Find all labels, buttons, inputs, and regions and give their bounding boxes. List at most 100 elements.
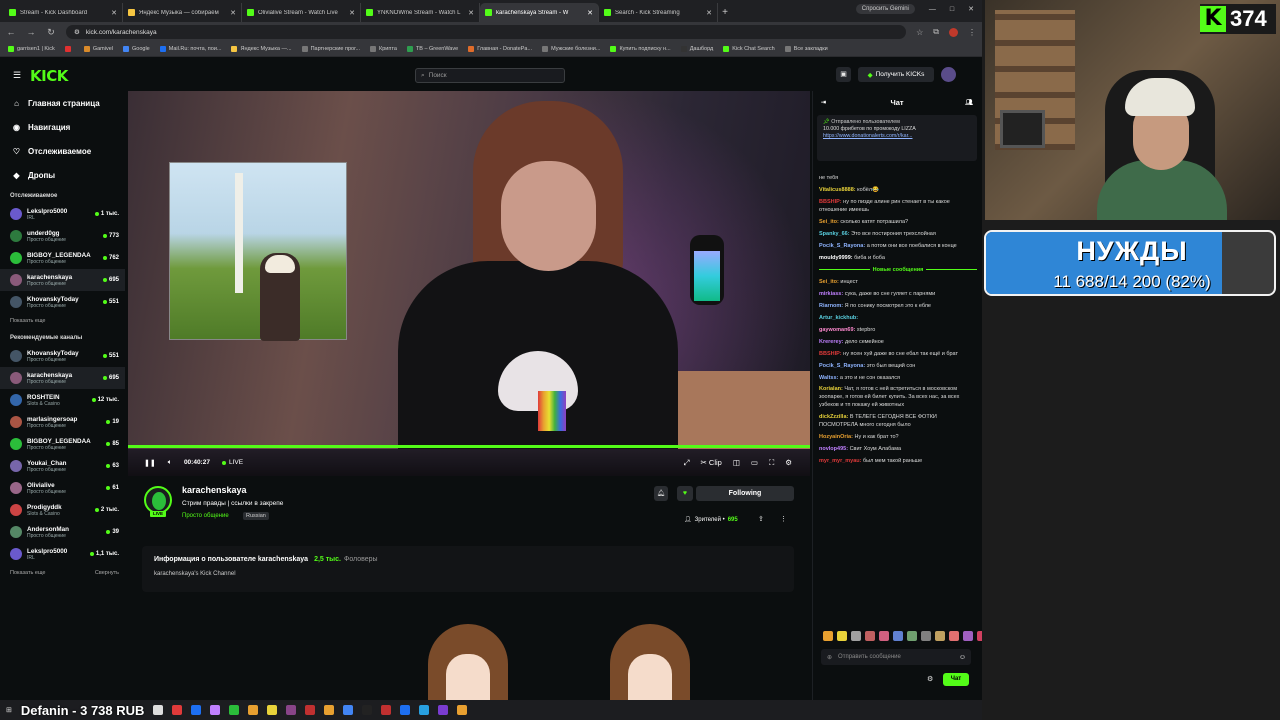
sidebar-channel[interactable]: Lekslpro5000 IRL 1,1 тыс. [0,543,125,565]
bookmark-item[interactable]: Дашборд [680,46,713,52]
chat-username[interactable]: Sei_ito: [819,219,839,225]
tab-close-icon[interactable]: ✕ [468,9,474,17]
bookmark-item[interactable]: Главная - DonatePa... [468,46,532,52]
chat-input[interactable]: ⊕ Отправить сообщение ☺ [821,649,971,665]
share-icon[interactable]: ⇪ [758,515,764,523]
chat-username[interactable]: HozyainOria: [819,434,853,440]
chat-badge-icon[interactable]: ⊕ [827,654,832,661]
video-player[interactable]: ❚❚ 🔈︎ 00:40:27 LIVE ⤢ ✂ Clip ◫ ▭ ⛶ ⚙ [128,91,810,476]
emote-icon[interactable] [851,631,861,641]
new-messages-divider[interactable]: Новые сообщения [819,267,977,273]
sidebar-channel[interactable]: Olivialive Просто общение 61 [0,477,125,499]
chat-username[interactable]: mouldy9999: [819,255,853,261]
taskbar-app-icon[interactable] [286,705,297,715]
clip-button[interactable]: ✂ Clip [701,458,722,467]
bookmark-item[interactable]: Mail.Ru: почта, пои... [159,46,221,52]
emote-icon[interactable] [865,631,875,641]
tab-close-icon[interactable]: ✕ [111,9,117,17]
sidebar-channel[interactable]: ROSHTEIN Slots & Casino 12 тыс. [0,389,125,411]
bookmark-item[interactable]: Kick Chat Search [723,46,775,52]
browser-tab[interactable]: YNKNOWme Stream - Watch L ✕ [361,3,480,22]
maximize-icon[interactable]: □ [950,6,954,13]
taskbar-app-icon[interactable] [362,705,373,715]
pinned-message[interactable]: 📌︎ Отправлено пользователем 10.000 фрибе… [817,115,977,161]
emote-icon[interactable] [935,631,945,641]
bookmark-star-icon[interactable]: ☆ [916,28,923,37]
sidebar-nav-item[interactable]: ♡ Отслеживаемое [0,139,125,163]
streamer-avatar[interactable] [144,486,172,514]
chat-username[interactable]: Vitalicus8888: [819,187,856,193]
chat-settings-icon[interactable]: ⚙ [927,675,933,683]
sidebar-channel[interactable]: AndersonMan Просто общение 39 [0,521,125,543]
sidebar-channel[interactable]: marlasingersoap Просто общение 19 [0,411,125,433]
chat-username[interactable]: Sei_ito: [819,279,839,285]
following-button[interactable]: Following [696,486,794,501]
browser-tab[interactable]: Stream - Kick Dashboard ✕ [4,3,123,22]
back-icon[interactable]: ← [6,27,16,37]
minimize-icon[interactable]: — [929,6,936,13]
chat-users-icon[interactable]: 👥︎ [965,99,973,106]
taskbar-app-icon[interactable] [267,705,278,715]
taskbar-app-icon[interactable] [419,705,430,715]
close-window-icon[interactable]: ✕ [968,5,974,13]
tab-close-icon[interactable]: ✕ [230,9,236,17]
chat-username[interactable]: myr_myr_myau: [819,458,862,464]
reload-icon[interactable]: ↻ [46,27,56,38]
taskbar-app-icon[interactable] [210,705,221,715]
sidebar-channel[interactable]: BIGBOY_LEGENDAA Просто общение 85 [0,433,125,455]
taskbar-app-icon[interactable] [191,705,202,715]
sidebar-channel[interactable]: BIGBOY_LEGENDAA Просто общение 762 [0,247,125,269]
live-indicator[interactable]: LIVE [221,459,243,466]
chat-username[interactable]: Spanky_66: [819,231,850,237]
chat-username[interactable]: BBSHIP: [819,351,842,357]
follow-heart-icon[interactable]: ♥ [677,486,693,501]
emote-icon[interactable] [949,631,959,641]
collapse-chat-icon[interactable]: ⇥ [821,99,826,106]
collapse-label[interactable]: Свернуть [95,565,119,581]
sidebar-channel[interactable]: Youkai_Chan Просто общение 63 [0,455,125,477]
browser-tab[interactable]: Яндекс Музыка — собираем ✕ [123,3,242,22]
taskbar-app-icon[interactable] [172,705,183,715]
bookmark-item[interactable]: Партнерские прог... [301,46,360,52]
tab-close-icon[interactable]: ✕ [587,9,593,17]
chat-username[interactable]: mirkiass: [819,291,843,297]
emote-icon[interactable] [963,631,973,641]
taskbar-app-icon[interactable] [343,705,354,715]
chat-send-button[interactable]: Чат [943,673,969,686]
stream-language-tag[interactable]: Russian [243,512,269,520]
bookmark-item[interactable]: Крипта [370,46,397,52]
theater-mode-icon[interactable]: ⤢ [684,458,690,468]
taskbar-app-icon[interactable] [305,705,316,715]
taskbar-app-icon[interactable] [248,705,259,715]
taskbar-app-icon[interactable] [438,705,449,715]
settings-gear-icon[interactable]: ⚙ [785,458,792,467]
emote-icon[interactable] [893,631,903,641]
pinned-link[interactable]: https://www.donationalerts.com/r/kar... [823,133,971,140]
chat-username[interactable]: Krererey: [819,339,843,345]
search-input[interactable]: ⌕ Поиск [415,68,565,83]
chat-username[interactable]: Pocik_S_Rayona: [819,243,865,249]
taskbar-app-icon[interactable] [457,705,468,715]
chat-username[interactable]: novlop495: [819,446,848,452]
chat-username[interactable]: gaywoman69: [819,327,855,333]
hamburger-menu-icon[interactable]: ☰ [13,70,21,81]
taskbar-app-icon[interactable] [381,705,392,715]
sidebar-channel[interactable]: KhovanskyToday Просто общение 551 [0,345,125,367]
forward-icon[interactable]: → [26,27,36,37]
volume-icon[interactable]: 🔈︎ [168,459,172,467]
site-info-icon[interactable]: ⚙ [74,28,80,36]
browser-tab[interactable]: Olivialive Stream - Watch Live ✕ [242,3,361,22]
sidebar-channel[interactable]: karachenskaya Просто общение 695 [0,367,125,389]
emote-icon[interactable] [823,631,833,641]
extensions-icon[interactable]: ⧉ [933,27,939,37]
more-options-icon[interactable]: ⋮ [780,515,787,523]
bookmark-item[interactable]: Gamivel [83,46,113,52]
pause-icon[interactable]: ❚❚ [144,459,156,467]
chat-username[interactable]: dickZzzilla: [819,414,848,420]
bookmark-item[interactable]: Все закладки [784,46,828,52]
bookmark-item[interactable]: Мужские болезни... [542,46,600,52]
bookmark-item[interactable]: Google [122,46,150,52]
chat-username[interactable]: Pocik_S_Rayona: [819,363,865,369]
taskbar-app-icon[interactable] [400,705,411,715]
studio-icon[interactable]: ▣ [836,67,851,82]
